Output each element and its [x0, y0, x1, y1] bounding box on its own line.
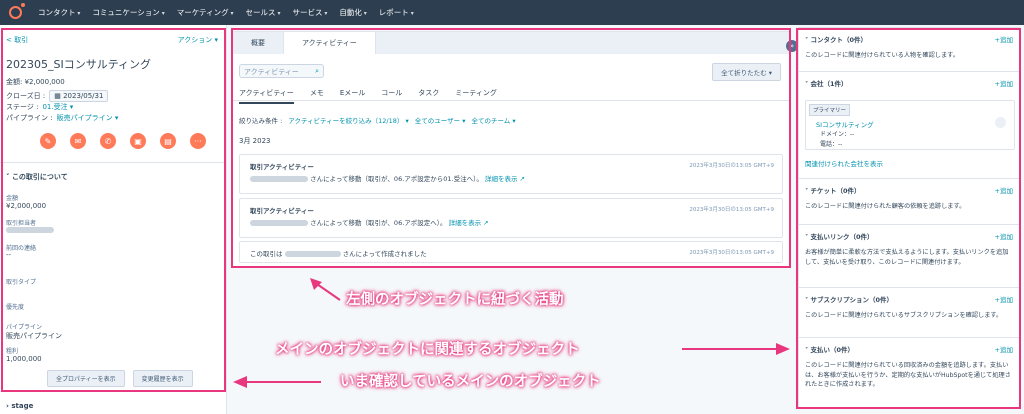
- nav-communication[interactable]: コミュニケーション: [92, 7, 164, 18]
- nav-contacts[interactable]: コンタクト: [38, 7, 80, 18]
- main-arrow-icon: [233, 376, 321, 388]
- nav-automation[interactable]: 自動化: [339, 7, 366, 18]
- related-annotation: メインのオブジェクトに関連するオブジェクト: [275, 342, 580, 358]
- related-objects-highlight: [796, 28, 1021, 409]
- related-arrow-icon: [682, 343, 790, 355]
- nav-marketing[interactable]: マーケティング: [177, 7, 234, 18]
- stage-section-header[interactable]: › stage: [6, 402, 33, 410]
- nav-sales[interactable]: セールス: [246, 7, 281, 18]
- main-object-highlight: [1, 28, 226, 392]
- nav-reports[interactable]: レポート: [379, 7, 414, 18]
- hubspot-logo[interactable]: [0, 3, 30, 19]
- main-annotation: いま確認しているメインのオブジェクト: [340, 374, 601, 390]
- top-navigation: コンタクト コミュニケーション マーケティング セールス サービス 自動化 レポ…: [0, 0, 1024, 409]
- nav-menu: コンタクト コミュニケーション マーケティング セールス サービス 自動化 レポ…: [38, 7, 414, 18]
- activity-annotation: 左側のオブジェクトに紐づく活動: [346, 292, 564, 308]
- nav-service[interactable]: サービス: [292, 7, 327, 18]
- activity-highlight: [231, 28, 791, 268]
- hubspot-sprocket-icon: [8, 3, 25, 19]
